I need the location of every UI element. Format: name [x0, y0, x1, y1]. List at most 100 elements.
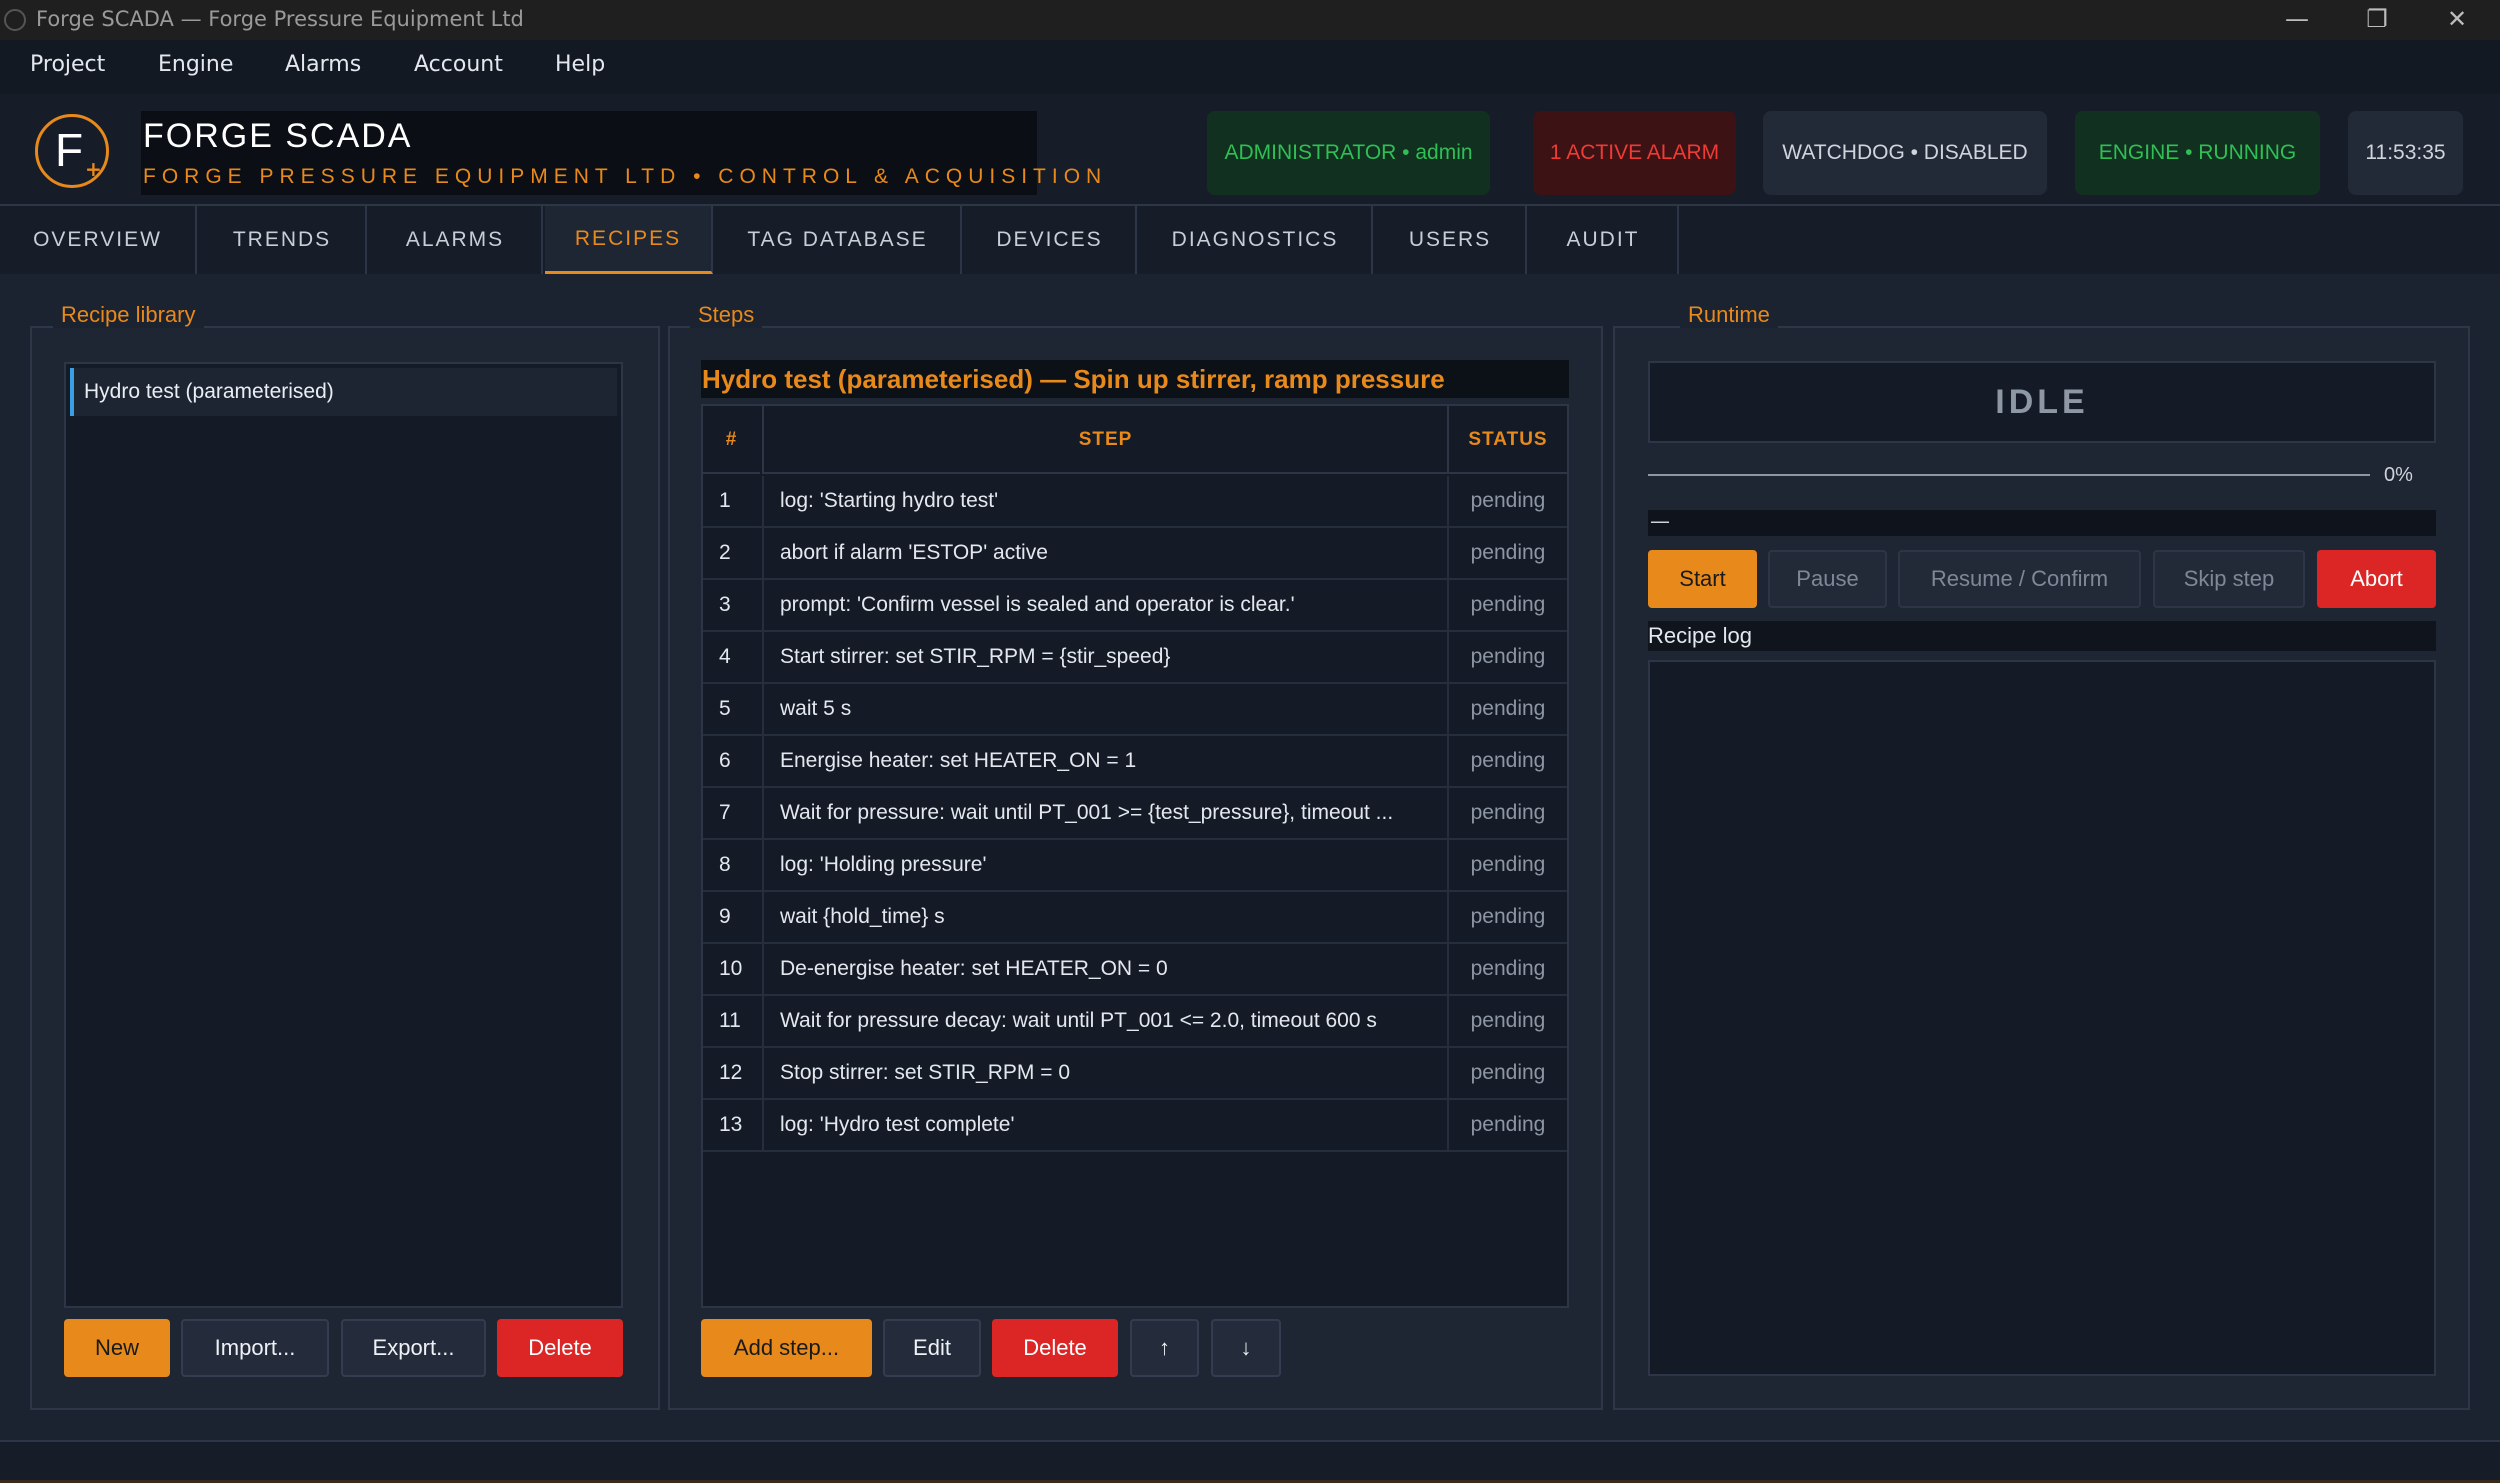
- step-number: 7: [719, 801, 731, 824]
- move-step-up-button[interactable]: ↑: [1130, 1319, 1199, 1377]
- minimize-button[interactable]: —: [2258, 0, 2336, 40]
- step-description: wait {hold_time} s: [762, 892, 1447, 942]
- add-step-button[interactable]: Add step...: [701, 1319, 872, 1377]
- step-number: 11: [719, 1009, 741, 1032]
- tab-overview[interactable]: OVERVIEW: [0, 206, 197, 274]
- app-header: F + FORGE SCADA FORGE PRESSURE EQUIPMENT…: [0, 94, 2500, 206]
- recipe-list-item[interactable]: Hydro test (parameterised): [70, 368, 617, 416]
- step-number: 12: [719, 1061, 743, 1084]
- step-row[interactable]: 5 wait 5 s pending: [703, 684, 1567, 736]
- restore-button[interactable]: ❐: [2338, 0, 2416, 40]
- step-row[interactable]: 10 De-energise heater: set HEATER_ON = 0p…: [703, 944, 1567, 996]
- watchdog-chip: WATCHDOG • DISABLED: [1763, 111, 2047, 195]
- step-row[interactable]: 6 Energise heater: set HEATER_ON = 1 pendi…: [703, 736, 1567, 788]
- import-recipe-button[interactable]: Import...: [181, 1319, 329, 1377]
- user-chip[interactable]: ADMINISTRATOR • admin: [1207, 111, 1490, 195]
- step-row[interactable]: 12 Stop stirrer: set STIR_RPM = 0 pending: [703, 1048, 1567, 1100]
- step-number: 5: [719, 697, 731, 720]
- forge-logo: F +: [35, 114, 109, 188]
- close-button[interactable]: ✕: [2418, 0, 2496, 40]
- export-recipe-button[interactable]: Export...: [341, 1319, 486, 1377]
- recipe-library-title: Recipe library: [53, 302, 204, 328]
- pause-button[interactable]: Pause: [1768, 550, 1887, 608]
- step-description: log: 'Holding pressure': [762, 840, 1447, 890]
- new-recipe-button[interactable]: New: [64, 1319, 170, 1377]
- window-title-bar: Forge SCADA — Forge Pressure Equipment L…: [0, 0, 2500, 40]
- step-row[interactable]: 13 log: 'Hydro test complete' pending: [703, 1100, 1567, 1152]
- tab-devices[interactable]: DEVICES: [964, 206, 1137, 274]
- step-status: pending: [1447, 476, 1567, 526]
- logo-letter: F: [55, 124, 84, 176]
- step-number: 8: [719, 853, 731, 876]
- logo-spark-icon: +: [85, 157, 102, 181]
- runtime-state-display: IDLE: [1648, 361, 2436, 443]
- skip-step-button[interactable]: Skip step: [2153, 550, 2305, 608]
- brand-subtitle: FORGE PRESSURE EQUIPMENT LTD • CONTROL &…: [143, 165, 1108, 188]
- step-number: 10: [719, 957, 743, 980]
- tab-recipes[interactable]: RECIPES: [545, 206, 713, 274]
- step-status: pending: [1447, 1100, 1567, 1150]
- step-status: pending: [1447, 788, 1567, 838]
- step-row[interactable]: 7 Wait for pressure: wait until PT_001 >=…: [703, 788, 1567, 840]
- recipe-progress-bar: [1648, 474, 2370, 476]
- delete-step-button[interactable]: Delete: [992, 1319, 1118, 1377]
- step-status: pending: [1447, 1048, 1567, 1098]
- tab-users[interactable]: USERS: [1375, 206, 1527, 274]
- column-header-step[interactable]: STEP: [762, 406, 1447, 474]
- step-description: abort if alarm 'ESTOP' active: [762, 528, 1447, 578]
- step-description: Start stirrer: set STIR_RPM = {stir_spee…: [762, 632, 1447, 682]
- step-description: log: 'Hydro test complete': [762, 1100, 1447, 1150]
- column-header-status[interactable]: STATUS: [1447, 406, 1567, 474]
- edit-step-button[interactable]: Edit: [883, 1319, 981, 1377]
- resume-confirm-button[interactable]: Resume / Confirm: [1898, 550, 2141, 608]
- step-description: log: 'Starting hydro test': [762, 476, 1447, 526]
- step-number: 13: [719, 1113, 743, 1136]
- menu-engine[interactable]: Engine: [158, 52, 233, 77]
- tab-audit[interactable]: AUDIT: [1529, 206, 1679, 274]
- step-status: pending: [1447, 736, 1567, 786]
- step-row[interactable]: 9 wait {hold_time} s pending: [703, 892, 1567, 944]
- step-description: wait 5 s: [762, 684, 1447, 734]
- step-status: pending: [1447, 840, 1567, 890]
- step-row[interactable]: 1 log: 'Starting hydro test' pending: [703, 476, 1567, 528]
- step-row[interactable]: 2 abort if alarm 'ESTOP' active pending: [703, 528, 1567, 580]
- delete-recipe-button[interactable]: Delete: [497, 1319, 623, 1377]
- menu-account[interactable]: Account: [414, 52, 503, 77]
- recipe-progress-label: 0%: [2384, 464, 2413, 486]
- step-description: Wait for pressure: wait until PT_001 >= …: [762, 788, 1447, 838]
- menu-help[interactable]: Help: [555, 52, 605, 77]
- step-number: 4: [719, 645, 731, 668]
- steps-table: # STEP STATUS 1 log: 'Starting hydro test…: [701, 404, 1569, 1308]
- active-alarm-chip[interactable]: 1 ACTIVE ALARM: [1533, 111, 1736, 195]
- recipe-log-label: Recipe log: [1648, 621, 2436, 651]
- runtime-panel-title: Runtime: [1680, 302, 1778, 328]
- menu-alarms[interactable]: Alarms: [285, 52, 361, 77]
- tab-trends[interactable]: TRENDS: [199, 206, 367, 274]
- step-number: 3: [719, 593, 731, 616]
- clock: 11:53:35: [2348, 111, 2463, 195]
- window-title: Forge SCADA — Forge Pressure Equipment L…: [36, 7, 524, 31]
- step-status: pending: [1447, 944, 1567, 994]
- start-button[interactable]: Start: [1648, 550, 1757, 608]
- menu-project[interactable]: Project: [30, 52, 105, 77]
- recipe-heading: Hydro test (parameterised) — Spin up sti…: [701, 360, 1569, 398]
- step-row[interactable]: 4 Start stirrer: set STIR_RPM = {stir_spe…: [703, 632, 1567, 684]
- step-row[interactable]: 3 prompt: 'Confirm vessel is sealed and o…: [703, 580, 1567, 632]
- step-number: 2: [719, 541, 731, 564]
- tab-alarms[interactable]: ALARMS: [369, 206, 543, 274]
- tab-diagnostics[interactable]: DIAGNOSTICS: [1139, 206, 1373, 274]
- tab-tag-database[interactable]: TAG DATABASE: [715, 206, 962, 274]
- recipe-log[interactable]: [1648, 660, 2436, 1376]
- step-status: pending: [1447, 892, 1567, 942]
- steps-panel-title: Steps: [690, 302, 763, 328]
- move-step-down-button[interactable]: ↓: [1211, 1319, 1281, 1377]
- step-description: prompt: 'Confirm vessel is sealed and op…: [762, 580, 1447, 630]
- step-status: pending: [1447, 996, 1567, 1046]
- current-step-status: —: [1648, 510, 2436, 536]
- abort-button[interactable]: Abort: [2317, 550, 2436, 608]
- step-row[interactable]: 11 Wait for pressure decay: wait until PT…: [703, 996, 1567, 1048]
- step-row[interactable]: 8 log: 'Holding pressure' pending: [703, 840, 1567, 892]
- step-number: 9: [719, 905, 731, 928]
- engine-status-chip: ENGINE • RUNNING: [2075, 111, 2320, 195]
- column-header-num[interactable]: #: [703, 406, 760, 474]
